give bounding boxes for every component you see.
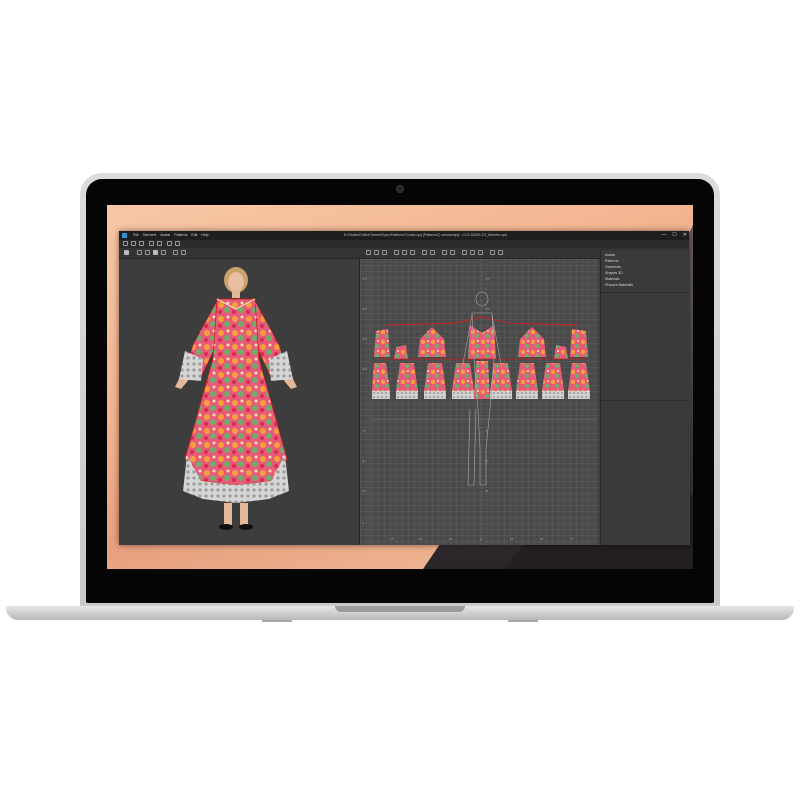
avatar-render <box>175 267 297 530</box>
snap-icon[interactable] <box>490 250 495 255</box>
settings-icon[interactable] <box>498 250 503 255</box>
transform-icon[interactable] <box>374 250 379 255</box>
ruler-tick: 75 <box>485 429 489 433</box>
app-logo-icon <box>122 233 127 238</box>
ruler-tick: -50 <box>418 537 423 541</box>
clo3d-window: File Garment Avatar Patterns Edit Help E… <box>119 231 690 545</box>
ruler-tick: 125 <box>362 337 368 341</box>
new-icon[interactable] <box>123 241 128 246</box>
ruler-tick: 150 <box>485 307 491 311</box>
close-button[interactable]: ✕ <box>683 231 687 240</box>
ruler-tick: -25 <box>448 537 453 541</box>
circle-icon[interactable] <box>410 250 415 255</box>
sync-icon[interactable] <box>167 241 172 246</box>
tack-icon[interactable] <box>181 250 186 255</box>
menu-help[interactable]: Help <box>201 231 208 240</box>
pattern-board <box>369 259 598 545</box>
trace-icon[interactable] <box>478 250 483 255</box>
file-path: E:/Studio/Online/Torrent/Sync/Patterns/T… <box>344 233 507 237</box>
fabric-icon[interactable] <box>153 250 158 255</box>
save-icon[interactable] <box>139 241 144 246</box>
menu-avatar[interactable]: Avatar <box>160 231 170 240</box>
ruler-tick: 175 <box>362 277 368 281</box>
menu-patterns[interactable]: Patterns <box>174 231 187 240</box>
fold-icon[interactable] <box>462 250 467 255</box>
window-controls: — ☐ ✕ <box>661 231 687 240</box>
play-icon[interactable] <box>124 250 129 255</box>
object-browser-panel: Avatar Patterns Garments Shapes 3D Mater… <box>600 250 690 545</box>
menu-edit[interactable]: Edit <box>191 231 197 240</box>
ruler-tick: 75 <box>362 429 366 433</box>
zoom-icon[interactable] <box>175 241 180 246</box>
panel-divider <box>601 400 690 401</box>
browser-item-physics[interactable]: Physics Materials <box>605 283 633 287</box>
undo-icon[interactable] <box>149 241 154 246</box>
webcam <box>397 186 403 192</box>
rectangle-icon[interactable] <box>402 250 407 255</box>
ruler-tick: 175 <box>485 277 491 281</box>
segment-sewing-icon[interactable] <box>422 250 427 255</box>
polygon-icon[interactable] <box>394 250 399 255</box>
laptop-notch <box>335 606 465 612</box>
menu-file[interactable]: File <box>133 231 139 240</box>
ruler-tick: 150 <box>362 307 368 311</box>
ruler-tick: 50 <box>362 459 366 463</box>
select-icon[interactable] <box>137 250 142 255</box>
ruler-tick: 50 <box>485 459 489 463</box>
ruler-tick: 100 <box>362 367 368 371</box>
panel-divider <box>601 292 690 293</box>
browser-item-avatar[interactable]: Avatar <box>605 253 615 257</box>
pin-icon[interactable] <box>161 250 166 255</box>
ruler-tick: 25 <box>510 537 514 541</box>
browser-item-shapes[interactable]: Shapes 3D <box>605 271 623 275</box>
edit-point-icon[interactable] <box>382 250 387 255</box>
redo-icon[interactable] <box>157 241 162 246</box>
browser-item-materials[interactable]: Materials <box>605 277 620 281</box>
main-toolbar <box>119 240 689 248</box>
ruler-tick: 125 <box>485 337 491 341</box>
open-icon[interactable] <box>131 241 136 246</box>
title-bar: File Garment Avatar Patterns Edit Help E… <box>119 231 689 240</box>
graphic-icon[interactable] <box>450 250 455 255</box>
ruler-tick: 0 <box>480 537 482 541</box>
ruler-tick: 25 <box>362 489 366 493</box>
laptop-screen: File Garment Avatar Patterns Edit Help E… <box>107 205 693 569</box>
move-icon[interactable] <box>145 250 150 255</box>
viewport-2d-patterns[interactable]: 175 150 125 100 75 50 25 0 175 150 125 7… <box>360 259 598 545</box>
ruler-tick: 75 <box>570 537 574 541</box>
button-tool-icon[interactable] <box>470 250 475 255</box>
menu-garment[interactable]: Garment <box>143 231 157 240</box>
ruler-tick: 0 <box>362 521 364 525</box>
browser-item-garments[interactable]: Garments <box>605 265 621 269</box>
minimize-button[interactable]: — <box>661 231 666 240</box>
browser-item-patterns[interactable]: Patterns <box>605 259 618 263</box>
ruler-tick: -75 <box>390 537 395 541</box>
pattern-select-icon[interactable] <box>366 250 371 255</box>
menu-bar: File Garment Avatar Patterns Edit Help <box>133 231 209 240</box>
maximize-button[interactable]: ☐ <box>672 231 676 240</box>
texture-icon[interactable] <box>442 250 447 255</box>
viewport-3d[interactable] <box>119 259 360 545</box>
ruler-tick: 50 <box>540 537 544 541</box>
free-sewing-icon[interactable] <box>430 250 435 255</box>
laptop-foot-right <box>508 620 538 622</box>
ruler-tick: 25 <box>485 489 489 493</box>
stitch-icon[interactable] <box>173 250 178 255</box>
laptop-foot-left <box>262 620 292 622</box>
